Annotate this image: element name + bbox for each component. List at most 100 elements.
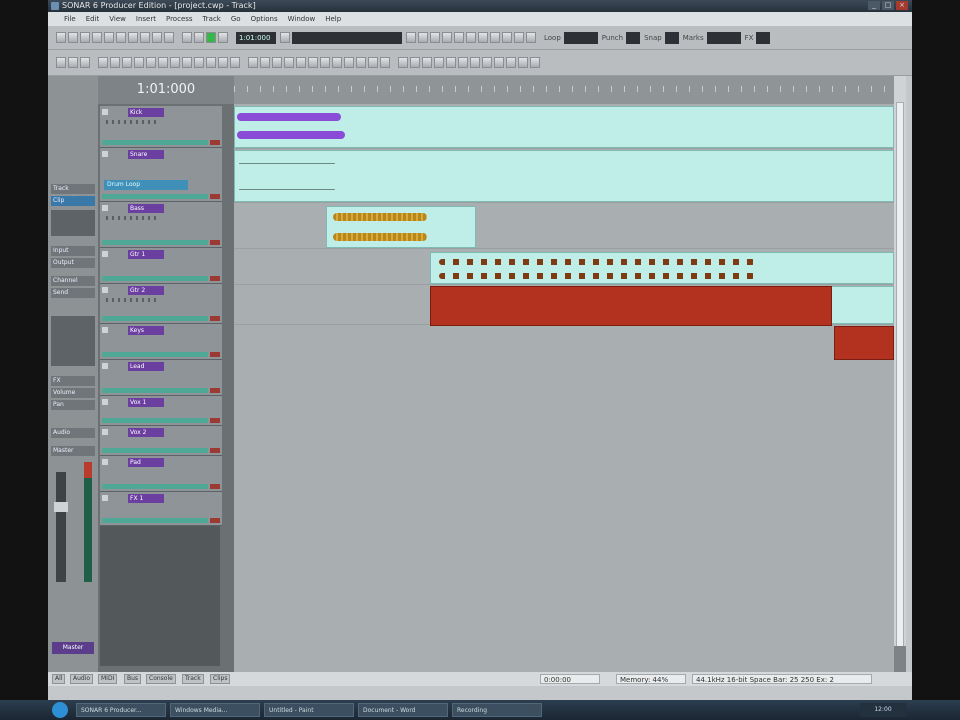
track-name[interactable]: Keys — [128, 326, 164, 335]
toolbar-button[interactable] — [406, 32, 416, 43]
punch-field[interactable] — [626, 31, 641, 44]
audio-clip[interactable] — [234, 150, 894, 202]
toolbar-button[interactable] — [502, 32, 512, 43]
track-header[interactable]: Gtr 1 — [100, 248, 222, 284]
track-header[interactable]: Lead — [100, 360, 222, 396]
toolbar-button[interactable] — [68, 57, 78, 68]
inspector-item[interactable]: Input — [51, 246, 95, 256]
toolbar-button[interactable] — [194, 57, 204, 68]
track-name[interactable]: Bass — [128, 204, 164, 213]
toolbar-button[interactable] — [530, 57, 540, 68]
track-controls[interactable] — [106, 120, 158, 124]
toolbar-button[interactable] — [218, 57, 228, 68]
rewind-button[interactable] — [182, 32, 192, 43]
track-mute-icon[interactable] — [102, 363, 108, 369]
menu-window[interactable]: Window — [288, 15, 316, 23]
menu-edit[interactable]: Edit — [86, 15, 100, 23]
fader-knob[interactable] — [54, 502, 68, 512]
toolbar-button[interactable] — [344, 57, 354, 68]
toolbar-button[interactable] — [458, 57, 468, 68]
loop-field[interactable] — [563, 31, 598, 44]
toolbar-button[interactable] — [80, 32, 90, 43]
track-mute-icon[interactable] — [102, 287, 108, 293]
toolbar-button[interactable] — [146, 57, 156, 68]
track-mute-icon[interactable] — [102, 151, 108, 157]
track-header[interactable]: Vox 1 — [100, 396, 222, 426]
toolbar-button[interactable] — [68, 32, 78, 43]
track-name[interactable]: Lead — [128, 362, 164, 371]
audio-clip[interactable] — [430, 252, 894, 284]
audio-clip-selected[interactable] — [834, 326, 894, 360]
track-mute-icon[interactable] — [102, 429, 108, 435]
toolbar-button[interactable] — [110, 57, 120, 68]
play-button[interactable] — [206, 32, 216, 43]
toolbar-button[interactable] — [80, 57, 90, 68]
toolbar-button[interactable] — [308, 57, 318, 68]
toolbar-button[interactable] — [140, 32, 150, 43]
menu-file[interactable]: File — [64, 15, 76, 23]
toolbar-button[interactable] — [526, 32, 536, 43]
toolbar-button[interactable] — [92, 32, 102, 43]
toolbar-button[interactable] — [442, 32, 452, 43]
toolbar-button[interactable] — [280, 32, 290, 43]
inspector-item[interactable]: Clip — [51, 196, 95, 206]
record-button[interactable] — [218, 32, 228, 43]
track-header[interactable]: Keys — [100, 324, 222, 360]
toolbar-button[interactable] — [98, 57, 108, 68]
inspector-item[interactable]: Volume — [51, 388, 95, 398]
empty-track-area[interactable] — [100, 526, 220, 666]
toolbar-button[interactable] — [164, 32, 174, 43]
taskbar-item[interactable]: Recording — [452, 703, 542, 717]
toolbar-button[interactable] — [466, 32, 476, 43]
toolbar-button[interactable] — [122, 57, 132, 68]
menu-insert[interactable]: Insert — [136, 15, 156, 23]
toolbar-button[interactable] — [470, 57, 480, 68]
vertical-scrollbar[interactable] — [894, 76, 906, 672]
track-clip-label[interactable]: Drum Loop — [104, 180, 188, 190]
view-tab[interactable]: Console — [146, 674, 176, 684]
track-controls[interactable] — [106, 298, 158, 302]
toolbar-button[interactable] — [478, 32, 488, 43]
toolbar-button[interactable] — [260, 57, 270, 68]
close-button[interactable]: × — [896, 1, 908, 10]
track-mute-icon[interactable] — [102, 251, 108, 257]
track-mute-icon[interactable] — [102, 327, 108, 333]
clips-pane[interactable] — [234, 76, 894, 672]
start-button[interactable] — [52, 702, 68, 718]
toolbar-button[interactable] — [284, 57, 294, 68]
stop-button[interactable] — [194, 32, 204, 43]
toolbar-button[interactable] — [430, 32, 440, 43]
track-name[interactable]: Gtr 2 — [128, 286, 164, 295]
inspector-item[interactable]: Pan — [51, 400, 95, 410]
track-name[interactable]: Kick — [128, 108, 164, 117]
toolbar-button[interactable] — [410, 57, 420, 68]
toolbar-button[interactable] — [332, 57, 342, 68]
toolbar-button[interactable] — [158, 57, 168, 68]
view-tab[interactable]: Bus — [124, 674, 142, 684]
inspector-item[interactable]: Channel — [51, 276, 95, 286]
menu-options[interactable]: Options — [251, 15, 278, 23]
toolbar-button[interactable] — [514, 32, 524, 43]
window-titlebar[interactable]: SONAR 6 Producer Edition - [project.cwp … — [48, 0, 912, 12]
toolbar-button[interactable] — [104, 32, 114, 43]
toolbar-button[interactable] — [368, 57, 378, 68]
menu-process[interactable]: Process — [166, 15, 193, 23]
zoom-control[interactable] — [894, 646, 906, 672]
inspector-item[interactable]: Send — [51, 288, 95, 298]
toolbar-button[interactable] — [128, 32, 138, 43]
taskbar-item[interactable]: Windows Media... — [170, 703, 260, 717]
toolbar-button[interactable] — [422, 57, 432, 68]
inspector-item[interactable]: FX — [51, 376, 95, 386]
track-controls[interactable] — [106, 216, 158, 220]
toolbar-button[interactable] — [454, 32, 464, 43]
toolbar-button[interactable] — [356, 57, 366, 68]
track-name[interactable]: Gtr 1 — [128, 250, 164, 259]
toolbar-button[interactable] — [272, 57, 282, 68]
menu-go[interactable]: Go — [231, 15, 241, 23]
volume-fader[interactable] — [54, 472, 68, 582]
track-header[interactable]: Kick — [100, 106, 222, 148]
view-tab[interactable]: MIDI — [98, 674, 118, 684]
taskbar-item[interactable]: Document - Word — [358, 703, 448, 717]
marks-field[interactable] — [706, 31, 741, 44]
minimize-button[interactable]: _ — [868, 1, 880, 10]
